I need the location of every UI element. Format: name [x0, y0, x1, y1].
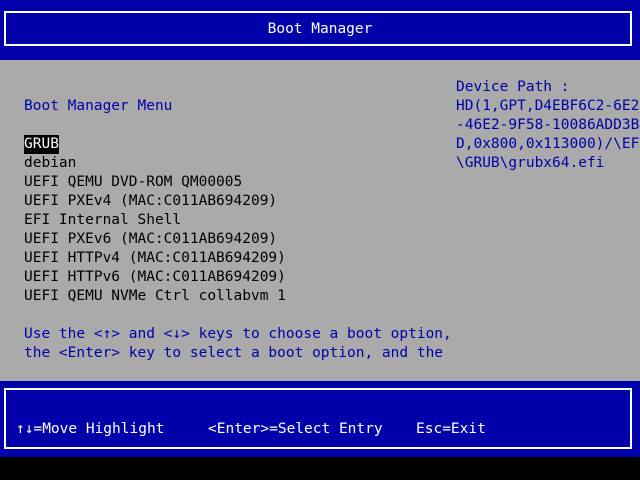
exit-hint: Esc=Exit: [416, 421, 486, 437]
boot-entry-debian[interactable]: debian: [24, 154, 76, 173]
boot-entry-dvd-rom[interactable]: UEFI QEMU DVD-ROM QM00005: [24, 173, 242, 192]
device-path-line-4: \GRUB\grubx64.efi: [456, 155, 605, 171]
help-text-line-1: Use the <↑> and <↓> keys to choose a boo…: [24, 326, 452, 342]
boot-entry-pxev4[interactable]: UEFI PXEv4 (MAC:C011AB694209): [24, 192, 277, 211]
device-path-line-1: HD(1,GPT,D4EBF6C2-6E2C: [456, 98, 640, 114]
device-path-line-3: D,0x800,0x113000)/\EFI: [456, 136, 640, 152]
boot-entry-nvme[interactable]: UEFI QEMU NVMe Ctrl collabvm 1: [24, 287, 286, 306]
footer-frame: [4, 388, 632, 449]
move-highlight-hint: ↑↓=Move Highlight: [16, 421, 165, 437]
boot-entry-httpv6[interactable]: UEFI HTTPv6 (MAC:C011AB694209): [24, 268, 286, 287]
menu-heading: Boot Manager Menu: [24, 98, 173, 114]
page-title: Boot Manager: [267, 21, 373, 37]
select-entry-hint: <Enter>=Select Entry: [208, 421, 383, 437]
device-path-line-2: -46E2-9F58-10086ADD3BD: [456, 117, 640, 133]
boot-entry-httpv4[interactable]: UEFI HTTPv4 (MAC:C011AB694209): [24, 249, 286, 268]
device-path-label: Device Path :: [456, 79, 570, 95]
boot-entry-pxev6[interactable]: UEFI PXEv6 (MAC:C011AB694209): [24, 230, 277, 249]
help-text-line-2: the <Enter> key to select a boot option,…: [24, 345, 444, 361]
boot-entry-grub[interactable]: GRUB: [24, 135, 59, 154]
bottom-margin: [0, 457, 640, 480]
boot-entry-internal-shell[interactable]: EFI Internal Shell: [24, 211, 181, 230]
